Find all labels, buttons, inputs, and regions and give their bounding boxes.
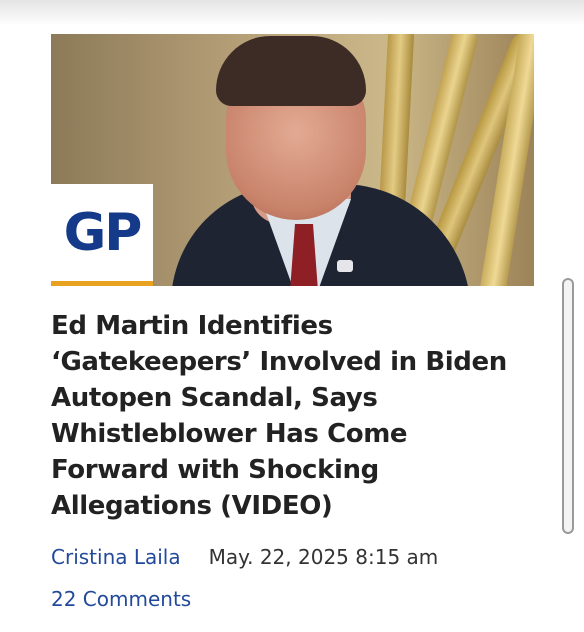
top-shade [0, 0, 584, 26]
scrollbar[interactable] [562, 278, 574, 534]
article-meta: Cristina Laila May. 22, 2025 8:15 am [51, 543, 551, 571]
person-hair [216, 36, 366, 106]
gp-logo: GP [51, 184, 153, 286]
gp-logo-text: GP [63, 202, 143, 263]
lapel-pin [337, 260, 353, 272]
publish-date: May. 22, 2025 8:15 am [208, 545, 439, 569]
article-image[interactable]: GP [51, 34, 534, 286]
comments-link[interactable]: 22 Comments [51, 585, 191, 613]
article-headline[interactable]: Ed Martin Identifies ‘Gatekeepers’ Invol… [51, 308, 531, 524]
author-link[interactable]: Cristina Laila [51, 545, 181, 569]
